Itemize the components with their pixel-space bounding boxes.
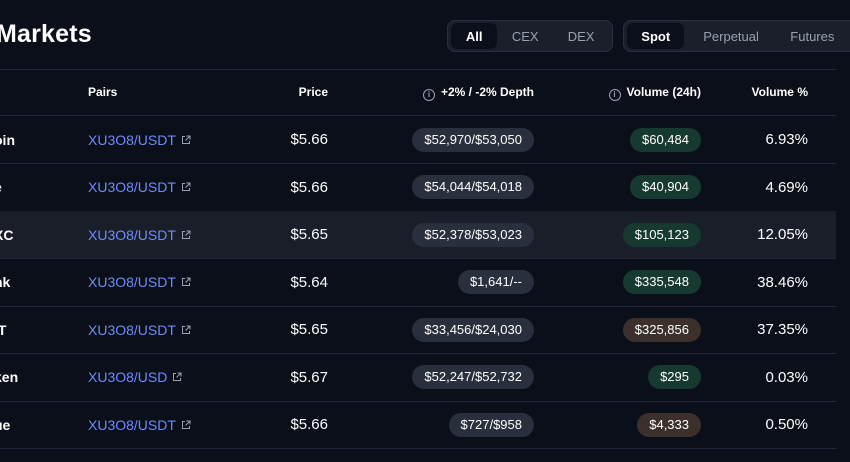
table-row[interactable]: ue XU3O8/USDT $5.66 $727/$958 $4,333 0.5… [0, 401, 836, 448]
venue-filter: All CEX DEX [447, 20, 613, 52]
venue-option-cex[interactable]: CEX [497, 23, 553, 49]
external-link-icon [181, 420, 191, 429]
volume-cell: $105,123 [622, 211, 701, 258]
volume-badge: $325,856 [622, 317, 701, 342]
pair-link[interactable]: XU3O8/USDT [88, 306, 191, 353]
volume-badge: $335,548 [622, 270, 701, 294]
depth-badge: $54,044/$54,018 [412, 175, 534, 199]
depth-cell: $54,044/$54,018 [412, 164, 534, 211]
volume-cell: $325,856 [622, 306, 701, 353]
table-row[interactable]: IT XU3O8/USDT $5.65 $33,456/$24,030 $325… [0, 306, 836, 353]
pair-link[interactable]: XU3O8/USDT [88, 116, 191, 163]
volume-percent: 38.46% [757, 273, 808, 291]
depth-cell: $52,378/$53,023 [412, 211, 534, 258]
table-row[interactable]: nk XU3O8/USDT $5.64 $1,641/-- $335,548 3… [0, 259, 836, 306]
depth-badge: $727/$958 [448, 412, 534, 437]
volume-badge: $105,123 [622, 222, 701, 247]
external-link-icon [181, 325, 191, 334]
exchange-name[interactable]: IT [0, 306, 6, 353]
market-option-perpetual[interactable]: Perpetual [684, 23, 777, 49]
table-header: Pairs Price i +2% / -2% Depth i Volume (24… [0, 70, 850, 115]
price-value: $5.65 [290, 321, 328, 338]
row-divider [0, 448, 836, 449]
depth-cell: $33,456/$24,030 [412, 306, 534, 353]
volume-percent: 0.03% [765, 368, 808, 386]
pair-link[interactable]: XU3O8/USD [88, 354, 182, 401]
volume-badge: $4,333 [637, 412, 701, 437]
info-icon[interactable]: i [608, 89, 621, 101]
market-option-futures[interactable]: Futures [778, 23, 847, 49]
market-type-filter: Spot Perpetual Futures [623, 20, 850, 52]
column-header-pairs[interactable]: Pairs [88, 85, 117, 99]
depth-cell: $1,641/-- [457, 259, 534, 306]
volume-badge: $295 [648, 365, 701, 389]
volume-cell: $4,333 [637, 401, 701, 448]
market-option-spot[interactable]: Spot [627, 23, 685, 49]
table-row[interactable]: e XU3O8/USDT $5.66 $54,044/$54,018 $40,9… [0, 164, 836, 211]
external-link-icon [181, 277, 191, 286]
pair-label: XU3O8/USDT [88, 179, 176, 195]
page-title: Markets [0, 20, 92, 48]
volume-cell: $60,484 [630, 116, 701, 163]
pair-label: XU3O8/USDT [88, 226, 176, 243]
depth-badge: $1,641/-- [457, 270, 534, 294]
volume-percent: 12.05% [757, 226, 808, 243]
column-header-volume-pct[interactable]: Volume % [752, 85, 808, 99]
price-value: $5.66 [290, 131, 328, 148]
pair-link[interactable]: XU3O8/USDT [88, 401, 191, 448]
table-row[interactable]: ken XU3O8/USD $5.67 $52,247/$52,732 $295… [0, 354, 836, 401]
external-link-icon [181, 230, 191, 239]
column-header-depth-label: +2% / -2% Depth [440, 85, 534, 99]
volume-percent: 37.35% [757, 321, 808, 338]
table-row[interactable]: XC XU3O8/USDT $5.65 $52,378/$53,023 $105… [0, 211, 836, 258]
exchange-name[interactable]: e [0, 164, 2, 211]
external-link-icon [173, 372, 182, 381]
exchange-name[interactable]: ue [0, 401, 10, 448]
volume-percent: 4.69% [765, 178, 808, 196]
price-value: $5.65 [290, 226, 328, 243]
pair-label: XU3O8/USDT [88, 416, 176, 433]
price-value: $5.66 [290, 416, 328, 433]
pair-label: XU3O8/USD [88, 369, 168, 385]
depth-cell: $52,247/$52,732 [412, 354, 534, 401]
volume-badge: $40,904 [630, 175, 701, 199]
price-value: $5.66 [290, 178, 328, 196]
column-header-volume-label: Volume (24h) [626, 85, 701, 99]
pair-link[interactable]: XU3O8/USDT [88, 211, 191, 258]
venue-option-dex[interactable]: DEX [553, 23, 609, 49]
table-row[interactable]: oin XU3O8/USDT $5.66 $52,970/$53,050 $60… [0, 116, 836, 163]
depth-badge: $52,378/$53,023 [412, 222, 534, 247]
column-header-volume[interactable]: i Volume (24h) [608, 85, 701, 101]
depth-cell: $727/$958 [448, 401, 534, 448]
external-link-icon [181, 135, 191, 144]
exchange-name[interactable]: XC [0, 211, 13, 258]
venue-option-all[interactable]: All [451, 23, 498, 49]
depth-badge: $52,970/$53,050 [412, 127, 534, 152]
price-value: $5.64 [290, 273, 328, 291]
exchange-name[interactable]: oin [0, 116, 15, 163]
volume-percent: 0.50% [765, 416, 808, 433]
volume-badge: $60,484 [630, 127, 701, 152]
pair-link[interactable]: XU3O8/USDT [88, 164, 191, 211]
volume-cell: $295 [648, 354, 701, 401]
exchange-name[interactable]: nk [0, 259, 10, 306]
info-icon[interactable]: i [422, 89, 435, 101]
exchange-name[interactable]: ken [0, 354, 18, 401]
price-value: $5.67 [290, 368, 328, 386]
pair-label: XU3O8/USDT [88, 321, 176, 338]
depth-badge: $33,456/$24,030 [412, 317, 534, 342]
volume-percent: 6.93% [765, 131, 808, 148]
column-header-price[interactable]: Price [299, 85, 328, 99]
depth-badge: $52,247/$52,732 [412, 365, 534, 389]
volume-cell: $40,904 [630, 164, 701, 211]
depth-cell: $52,970/$53,050 [412, 116, 534, 163]
external-link-icon [181, 182, 191, 191]
pair-label: XU3O8/USDT [88, 131, 176, 148]
volume-cell: $335,548 [622, 259, 701, 306]
column-header-depth[interactable]: i +2% / -2% Depth [422, 85, 534, 101]
pair-label: XU3O8/USDT [88, 274, 176, 290]
pair-link[interactable]: XU3O8/USDT [88, 259, 191, 306]
